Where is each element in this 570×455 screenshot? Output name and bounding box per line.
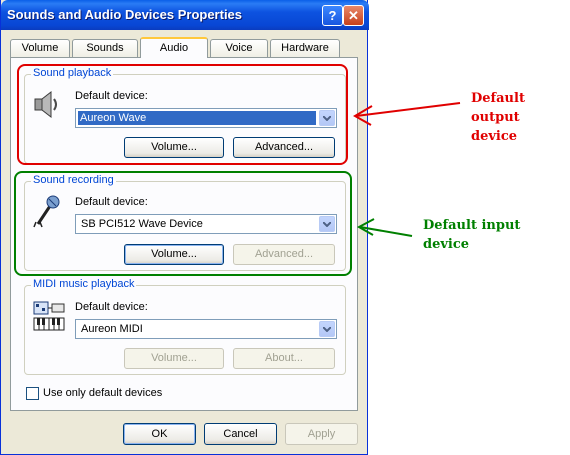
output-annotation-line2: device <box>471 129 518 144</box>
input-annotation: Default input device <box>423 216 520 254</box>
output-annotation: Default output device <box>471 89 570 146</box>
input-arrow <box>356 218 413 237</box>
output-annotation-line1: Default output <box>471 91 525 125</box>
tab-audio[interactable]: Audio <box>140 37 208 58</box>
input-annotation-line1: Default input <box>423 218 521 233</box>
output-arrow <box>352 102 461 126</box>
input-annotation-line2: device <box>423 237 470 252</box>
